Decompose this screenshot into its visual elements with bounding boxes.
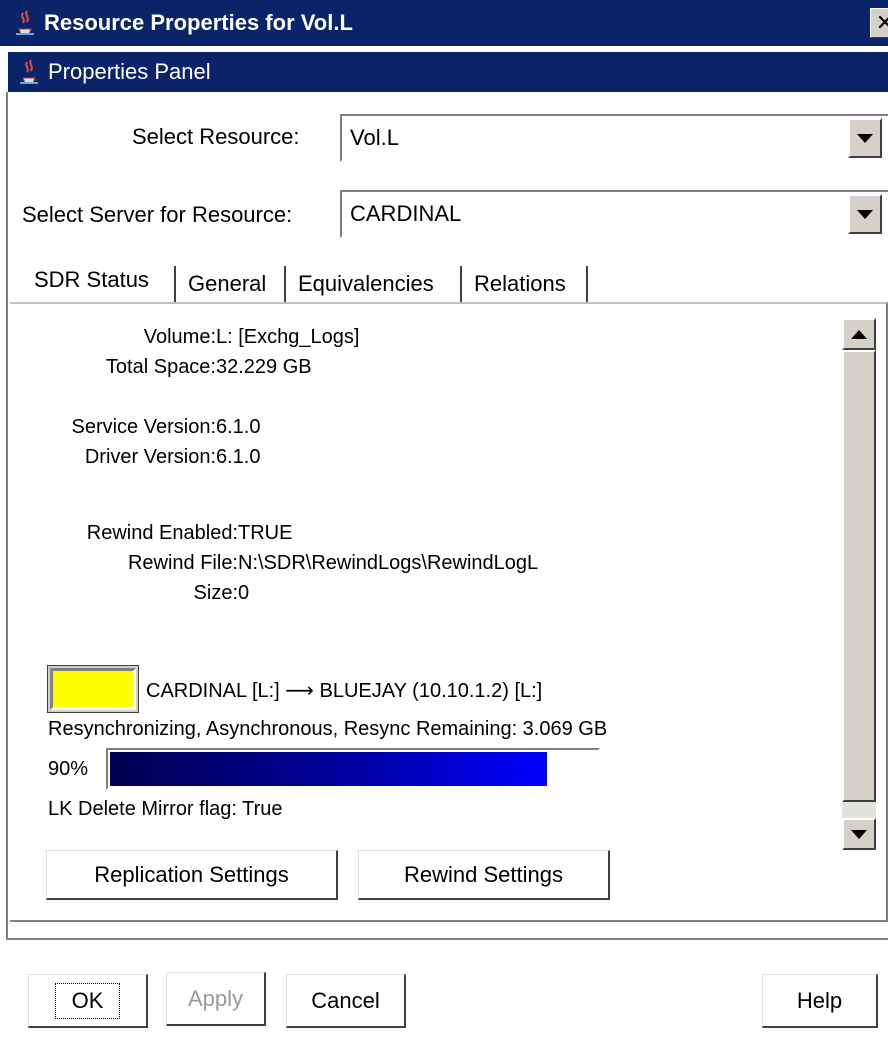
driver-version-label: Driver Version: [84, 446, 216, 468]
tab-general[interactable]: General [188, 266, 266, 302]
apply-button[interactable]: Apply [166, 972, 266, 1026]
service-version-value: 6.1.0 [216, 416, 261, 438]
panel-title: Properties Panel [48, 59, 211, 84]
arrow-down-icon [851, 829, 867, 839]
tab-relations[interactable]: Relations [474, 266, 566, 302]
scroll-up-button[interactable] [842, 318, 876, 350]
select-resource-value: Vol.L [350, 125, 399, 150]
rewind-file-row: Rewind File:N:\SDR\RewindLogs\RewindLogL [0, 552, 538, 575]
tab-divider [284, 266, 286, 302]
delete-mirror-flag: LK Delete Mirror flag: True [48, 798, 283, 820]
sdr-status-panel [10, 302, 888, 922]
tab-divider [460, 266, 462, 302]
total-space-row: Total Space:32.229 GB [0, 356, 312, 379]
close-button[interactable]: ✕ [870, 8, 888, 38]
total-space-value: 32.229 GB [216, 356, 312, 378]
tab-equivalencies[interactable]: Equivalencies [298, 266, 434, 302]
select-server-value: CARDINAL [350, 201, 462, 226]
rewind-settings-button[interactable]: Rewind Settings [358, 850, 610, 900]
resync-progress-bar [106, 748, 600, 790]
tab-divider [174, 266, 176, 302]
cancel-button[interactable]: Cancel [286, 974, 406, 1028]
volume-value: L: [Exchg_Logs] [216, 326, 360, 348]
volume-row: Volume:L: [Exchg_Logs] [0, 326, 360, 349]
window-title: Resource Properties for Vol.L [44, 10, 353, 35]
tab-sdr-status[interactable]: SDR Status [34, 262, 149, 298]
rewind-file-label: Rewind File: [127, 552, 238, 574]
java-cup-icon [20, 59, 38, 84]
tab-divider [586, 266, 588, 302]
select-resource-dropdown[interactable]: Vol.L [340, 114, 888, 162]
help-button[interactable]: Help [762, 974, 878, 1028]
java-cup-icon [16, 10, 34, 35]
service-version-row: Service Version:6.1.0 [0, 416, 260, 439]
scroll-down-button[interactable] [842, 818, 876, 850]
progress-fill [110, 752, 548, 786]
mirror-path: CARDINAL [L:] ⟶ BLUEJAY (10.10.1.2) [L:] [146, 680, 543, 702]
window-title-bar: Resource Properties for Vol.L ✕ [0, 0, 888, 46]
chevron-down-icon [857, 133, 873, 143]
service-version-label: Service Version: [71, 416, 216, 438]
close-icon: ✕ [875, 10, 888, 35]
replication-settings-button[interactable]: Replication Settings [46, 850, 338, 900]
progress-percent-label: 90% [48, 758, 89, 780]
size-row: Size:0 [0, 582, 250, 605]
rewind-enabled-label: Rewind Enabled: [86, 522, 238, 544]
scrollbar-thumb[interactable] [842, 350, 876, 802]
size-value: 0 [238, 582, 250, 604]
mirror-status-indicator[interactable] [50, 668, 136, 710]
dropdown-arrow-button[interactable] [848, 118, 882, 158]
ok-button-label: OK [54, 982, 121, 1019]
mirror-state: Resynchronizing, Asynchronous, Resync Re… [48, 718, 608, 740]
size-label: Size: [193, 582, 238, 604]
rewind-enabled-value: TRUE [238, 522, 293, 544]
panel-title-bar: Properties Panel [8, 52, 888, 92]
select-server-label: Select Server for Resource: [22, 202, 293, 227]
dropdown-arrow-button[interactable] [848, 194, 882, 234]
total-space-label: Total Space: [105, 356, 216, 378]
volume-label: Volume: [143, 326, 216, 348]
select-resource-label: Select Resource: [132, 124, 300, 149]
chevron-down-icon [857, 209, 873, 219]
ok-button[interactable]: OK [28, 974, 148, 1028]
rewind-enabled-row: Rewind Enabled:TRUE [0, 522, 293, 545]
driver-version-value: 6.1.0 [216, 446, 261, 468]
rewind-file-value: N:\SDR\RewindLogs\RewindLogL [238, 552, 539, 574]
driver-version-row: Driver Version:6.1.0 [0, 446, 261, 469]
arrow-up-icon [851, 329, 867, 339]
select-server-dropdown[interactable]: CARDINAL [340, 190, 888, 238]
